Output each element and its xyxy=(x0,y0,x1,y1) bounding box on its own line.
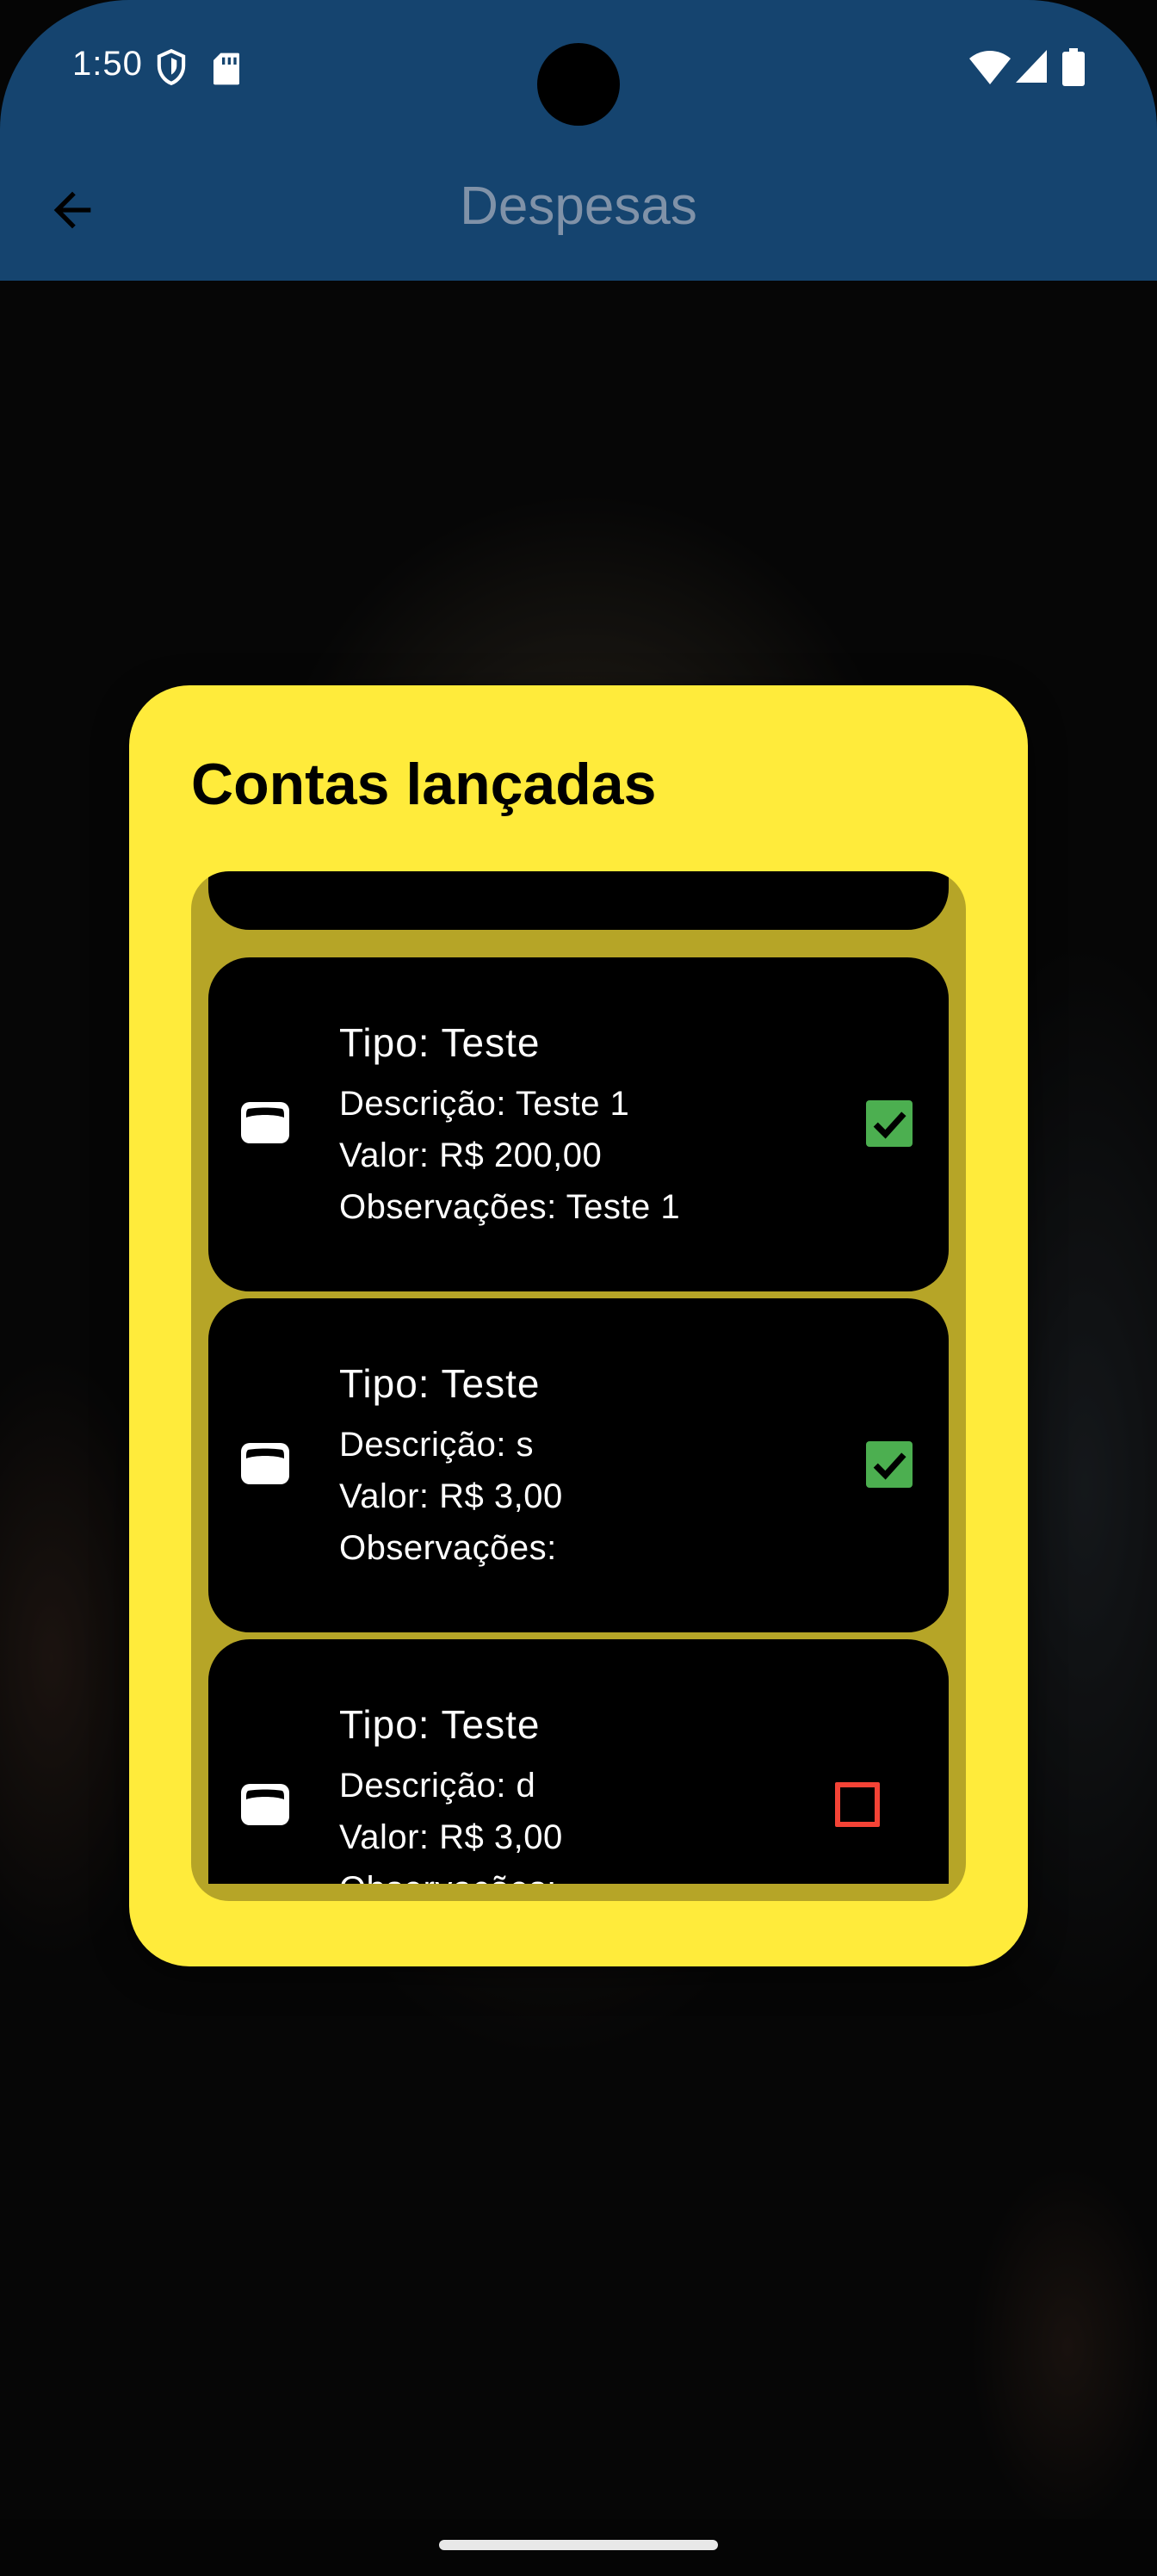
wifi-icon xyxy=(969,51,1011,84)
item-value: Valor: R$ 3,00 xyxy=(339,1818,563,1856)
list-item-partial[interactable] xyxy=(208,871,949,930)
accounts-list[interactable]: Tipo: Teste Descrição: Teste 1 Valor: R$… xyxy=(191,871,966,1884)
item-details: Tipo: Teste Descrição: Teste 1 Valor: R$… xyxy=(339,1019,680,1233)
sd-card-icon xyxy=(213,53,239,85)
item-notes: Observações: xyxy=(339,1863,563,1884)
camera-cutout xyxy=(537,43,620,126)
accounts-dialog: Contas lançadas Tipo: Teste Descrição: T… xyxy=(129,685,1028,1966)
screen: 1:50 Despesas Contas lançadas Tipo: Test… xyxy=(0,0,1157,2576)
checkbox-checked-icon xyxy=(873,1112,906,1139)
shield-icon xyxy=(157,48,186,86)
item-type: Tipo: Teste xyxy=(339,1020,541,1065)
wallet-icon xyxy=(241,1784,289,1825)
item-details: Tipo: Teste Descrição: d Valor: R$ 3,00 … xyxy=(339,1701,563,1884)
status-time: 1:50 xyxy=(72,45,143,83)
item-description: Descrição: Teste 1 xyxy=(339,1085,630,1123)
accounts-list-container[interactable]: Tipo: Teste Descrição: Teste 1 Valor: R$… xyxy=(191,871,966,1901)
home-gesture-bar[interactable] xyxy=(439,2540,718,2550)
list-item[interactable]: Tipo: Teste Descrição: Teste 1 Valor: R$… xyxy=(208,957,949,1291)
app-bar: Despesas xyxy=(0,138,1157,281)
item-description: Descrição: d xyxy=(339,1767,536,1805)
top-app-bar: 1:50 Despesas xyxy=(0,0,1157,281)
item-value: Valor: R$ 3,00 xyxy=(339,1477,563,1515)
paid-checkbox[interactable] xyxy=(866,1100,913,1147)
item-notes: Observações: xyxy=(339,1529,557,1567)
checkbox-checked-icon xyxy=(873,1452,906,1480)
wallet-icon xyxy=(241,1102,289,1143)
dialog-title: Contas lançadas xyxy=(191,752,657,817)
item-details: Tipo: Teste Descrição: s Valor: R$ 3,00 … xyxy=(339,1360,563,1574)
status-bar: 1:50 xyxy=(0,0,1157,138)
item-type: Tipo: Teste xyxy=(339,1702,541,1747)
list-item[interactable]: Tipo: Teste Descrição: s Valor: R$ 3,00 … xyxy=(208,1298,949,1632)
battery-icon xyxy=(1062,48,1085,86)
list-item[interactable]: Tipo: Teste Descrição: d Valor: R$ 3,00 … xyxy=(208,1639,949,1884)
page-title: Despesas xyxy=(460,176,697,236)
paid-checkbox[interactable] xyxy=(866,1441,913,1488)
item-notes: Observações: Teste 1 xyxy=(339,1188,681,1226)
wallet-icon xyxy=(241,1443,289,1484)
cell-signal-icon xyxy=(1016,50,1047,83)
item-value: Valor: R$ 200,00 xyxy=(339,1136,603,1174)
unpaid-checkbox[interactable] xyxy=(835,1782,880,1827)
item-type: Tipo: Teste xyxy=(339,1361,541,1406)
item-description: Descrição: s xyxy=(339,1426,535,1464)
